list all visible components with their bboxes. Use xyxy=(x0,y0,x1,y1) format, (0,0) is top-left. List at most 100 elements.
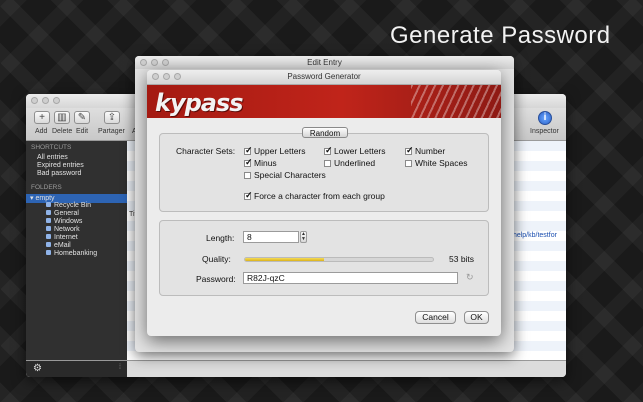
force-each-group-checkbox[interactable]: ✓ Force a character from each group xyxy=(244,189,385,201)
sidebar-item-internet[interactable]: Internet xyxy=(46,234,78,241)
window-controls xyxy=(152,73,181,80)
sidebar: SHORTCUTS All entries Expired entries Ba… xyxy=(26,141,127,361)
folder-label: eMail xyxy=(54,242,71,249)
sidebar-item-email[interactable]: eMail xyxy=(46,242,71,249)
info-icon: i xyxy=(543,112,547,123)
folder-label: Network xyxy=(54,226,80,233)
gear-icon[interactable]: ⚙ xyxy=(33,363,42,374)
edit-entry-title: Edit Entry xyxy=(307,58,342,67)
checkbox-label: Force a character from each group xyxy=(254,191,385,201)
url-cell: /help/kb/testfor xyxy=(511,232,557,239)
minimize-button[interactable] xyxy=(151,59,158,66)
length-field[interactable]: 8 xyxy=(243,231,299,243)
password-label: Password: xyxy=(196,274,236,284)
ok-button[interactable]: OK xyxy=(464,311,489,324)
checkbox-label: White Spaces xyxy=(415,158,468,168)
close-button[interactable] xyxy=(31,97,38,104)
delete-button[interactable]: ▥ xyxy=(54,111,70,124)
underlined-checkbox[interactable]: Underlined xyxy=(324,158,375,168)
sidebar-item-expired-entries[interactable]: Expired entries xyxy=(37,162,84,169)
checkbox-label: Special Characters xyxy=(254,170,326,180)
checkbox-label: Number xyxy=(415,146,446,156)
checkbox-label: Underlined xyxy=(334,158,376,168)
generator-titlebar: Password Generator xyxy=(147,70,501,85)
share-button[interactable]: ⇪ xyxy=(104,111,120,124)
resize-handle-icon[interactable]: ⁞ xyxy=(119,364,121,371)
folder-label: Homebanking xyxy=(54,250,98,257)
zoom-button[interactable] xyxy=(174,73,181,80)
sidebar-item-bad-password[interactable]: Bad password xyxy=(37,170,81,177)
cancel-button[interactable]: Cancel xyxy=(415,311,456,324)
checkmark-icon: ✓ xyxy=(325,144,333,155)
sidebar-item-root-folder[interactable]: ▾ empty xyxy=(30,194,55,202)
folder-label: Recycle Bin xyxy=(54,202,91,209)
plus-icon: + xyxy=(39,112,45,123)
folder-icon xyxy=(46,210,51,215)
pencil-icon: ✎ xyxy=(77,112,87,123)
kypass-banner: kypass xyxy=(147,85,501,118)
refresh-icon[interactable]: ↻ xyxy=(466,272,474,283)
checkbox-label: Lower Letters xyxy=(334,146,386,156)
checkbox-label: Minus xyxy=(254,158,277,168)
length-stepper[interactable]: ▲ ▼ xyxy=(300,231,307,243)
checkbox-box xyxy=(405,159,412,167)
folder-label: Windows xyxy=(54,218,83,225)
checkmark-icon: ✓ xyxy=(406,144,414,155)
trash-icon: ▥ xyxy=(57,112,67,123)
minus-checkbox[interactable]: ✓ Minus xyxy=(244,157,277,168)
checkbox-box: ✓ xyxy=(324,144,333,155)
headline: Generate Password xyxy=(390,22,611,49)
checkmark-icon: ✓ xyxy=(245,189,253,200)
sidebar-bottom-bar: ⚙ ⁞ xyxy=(26,361,127,377)
white-spaces-checkbox[interactable]: White Spaces xyxy=(405,158,467,168)
zoom-button[interactable] xyxy=(162,59,169,66)
add-button[interactable]: + xyxy=(34,111,50,124)
number-checkbox[interactable]: ✓ Number xyxy=(405,144,446,156)
folder-icon xyxy=(46,226,51,231)
checkbox-box: ✓ xyxy=(244,189,253,200)
folder-icon xyxy=(46,218,51,223)
edit-label: Edit xyxy=(76,128,89,135)
close-button[interactable] xyxy=(152,73,159,80)
lower-letters-checkbox[interactable]: ✓ Lower Letters xyxy=(324,144,386,156)
sidebar-item-homebanking[interactable]: Homebanking xyxy=(46,250,97,257)
length-label: Length: xyxy=(206,233,235,243)
sidebar-item-windows[interactable]: Windows xyxy=(46,218,82,225)
checkbox-box: ✓ xyxy=(244,144,253,155)
zoom-button[interactable] xyxy=(53,97,60,104)
add-label: Add xyxy=(35,128,48,135)
generator-title: Password Generator xyxy=(287,72,361,81)
close-button[interactable] xyxy=(140,59,147,66)
checkbox-box: ✓ xyxy=(405,144,414,155)
stepper-down-icon[interactable]: ▼ xyxy=(301,237,306,242)
checkbox-box: ✓ xyxy=(244,157,253,167)
kypass-logo: kypass xyxy=(155,89,244,117)
password-generator-window: Password Generator kypass Random Charact… xyxy=(147,70,501,336)
quality-label: Quality: xyxy=(202,254,231,264)
password-field[interactable]: R82J-qzC xyxy=(243,272,458,284)
window-controls xyxy=(31,97,60,104)
upper-letters-checkbox[interactable]: ✓ Upper Letters xyxy=(244,144,306,156)
checkbox-box xyxy=(324,159,331,167)
tab-random[interactable]: Random xyxy=(302,127,348,138)
character-sets-label: Character Sets: xyxy=(176,146,236,156)
edit-button[interactable]: ✎ xyxy=(74,111,90,124)
sidebar-item-network[interactable]: Network xyxy=(46,226,80,233)
inspector-button[interactable]: i xyxy=(538,111,552,125)
folders-heading: FOLDERS xyxy=(31,184,62,191)
special-characters-checkbox[interactable]: Special Characters xyxy=(244,170,326,180)
inspector-label: Inspector xyxy=(530,128,559,135)
sidebar-item-all-entries[interactable]: All entries xyxy=(37,154,68,161)
minimize-button[interactable] xyxy=(42,97,49,104)
share-label: Partager xyxy=(98,128,125,135)
folder-icon xyxy=(46,234,51,239)
minimize-button[interactable] xyxy=(163,73,170,80)
root-folder-label: empty xyxy=(35,195,55,202)
window-controls xyxy=(140,59,169,66)
quality-meter xyxy=(244,257,434,262)
folder-label: General xyxy=(54,210,79,217)
checkmark-icon: ✓ xyxy=(245,144,253,155)
sidebar-item-recycle-bin[interactable]: Recycle Bin xyxy=(46,202,91,209)
delete-label: Delete xyxy=(52,128,73,135)
sidebar-item-general[interactable]: General xyxy=(46,210,79,217)
